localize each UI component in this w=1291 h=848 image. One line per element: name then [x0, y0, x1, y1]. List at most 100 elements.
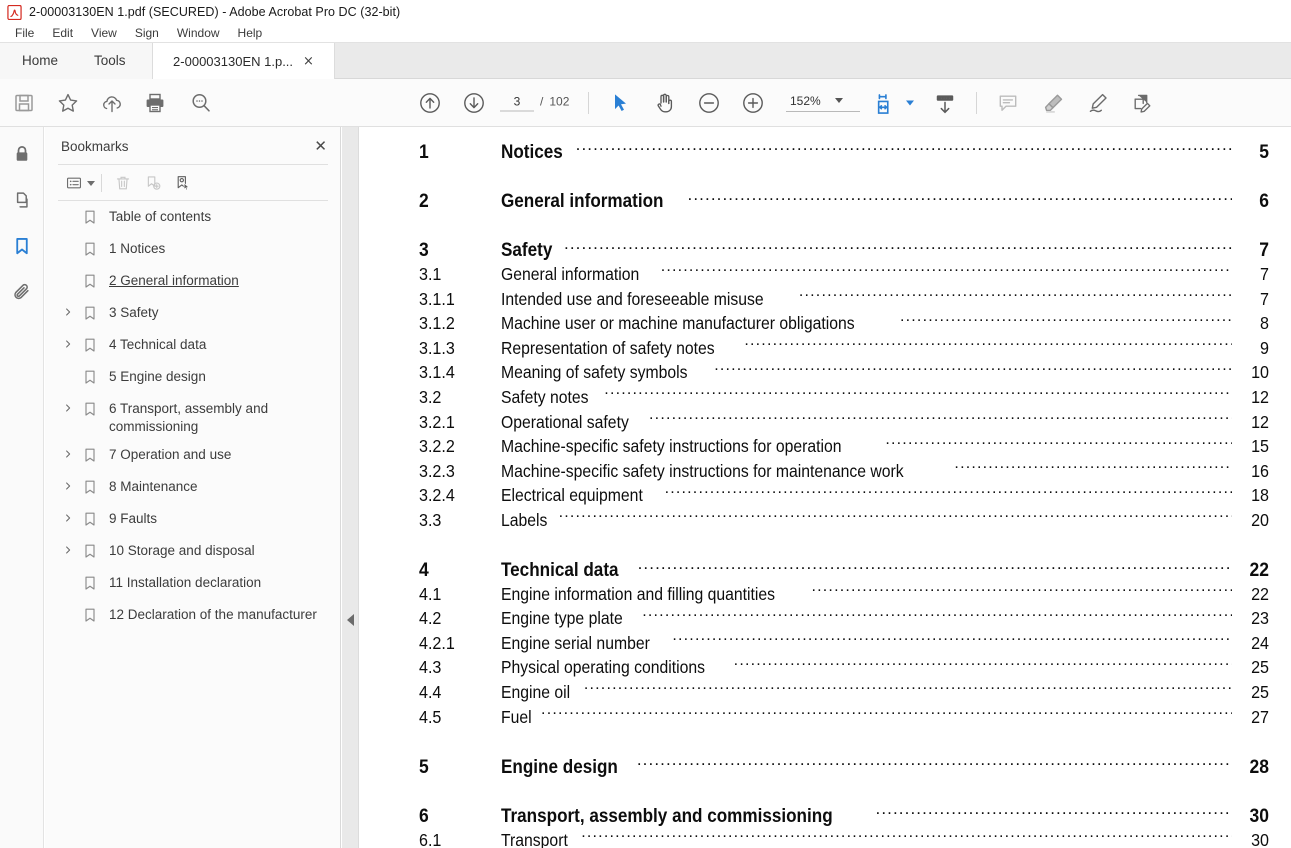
bookmark-item[interactable]: 5 Engine design [45, 363, 341, 395]
toc-entry-page: 25 [1251, 682, 1269, 703]
toc-entry-number: 3.2.1 [419, 411, 455, 432]
chevron-right-icon[interactable] [57, 510, 79, 523]
toc-entry[interactable]: 4.4 Engine oil 25 [419, 680, 1269, 705]
bookmark-item[interactable]: 7 Operation and use [45, 441, 341, 473]
toc-entry[interactable]: 1 Notices 5 [419, 139, 1269, 164]
toc-entry[interactable]: 4.5 Fuel 27 [419, 705, 1269, 730]
chevron-right-icon[interactable] [57, 400, 79, 413]
toc-entry[interactable]: 3.1.1 Intended use and foreseeable misuse… [419, 287, 1269, 312]
chevron-right-icon[interactable] [57, 542, 79, 555]
chevron-down-icon[interactable] [906, 100, 914, 105]
toc-entry[interactable]: 3.1.2 Machine user or machine manufacture… [419, 311, 1269, 336]
bookmark-item[interactable]: 2 General information [45, 267, 341, 299]
page-thumbnails-icon[interactable] [0, 177, 44, 223]
panel-splitter[interactable] [342, 127, 359, 848]
toc-entry[interactable]: 4.2 Engine type plate 23 [419, 606, 1269, 631]
toc-entry-title: Fuel [501, 706, 532, 727]
highlight-marker-icon[interactable] [1042, 91, 1066, 115]
toc-entry[interactable]: 4.3 Physical operating conditions 25 [419, 655, 1269, 680]
bookmark-item[interactable]: 6 Transport, assembly and commissioning [45, 395, 341, 441]
chevron-right-icon[interactable] [57, 336, 79, 349]
attachments-icon[interactable] [0, 269, 44, 315]
bookmark-item[interactable]: Table of contents [45, 203, 341, 235]
search-icon[interactable] [189, 91, 213, 115]
toc-entry[interactable]: 6.1 Transport 30 [419, 828, 1269, 848]
bookmark-item[interactable]: 11 Installation declaration [45, 569, 341, 601]
bookmark-label: 9 Faults [109, 511, 158, 526]
bookmark-icon [79, 446, 101, 463]
toc-entry[interactable]: 3.2 Safety notes 12 [419, 385, 1269, 410]
menu-help[interactable]: Help [229, 24, 272, 43]
tab-home[interactable]: Home [6, 43, 74, 79]
bookmark-icon [79, 272, 101, 289]
bookmark-item[interactable]: 1 Notices [45, 235, 341, 267]
print-icon[interactable] [143, 91, 167, 115]
bookmark-item[interactable]: 8 Maintenance [45, 473, 341, 505]
toc-entry[interactable]: 3.2.1 Operational safety 12 [419, 410, 1269, 435]
hand-icon[interactable] [653, 91, 677, 115]
zoom-in-button[interactable] [741, 91, 765, 115]
chevron-right-icon[interactable] [57, 446, 79, 459]
toc-entry[interactable]: 6 Transport, assembly and commissioning 30 [419, 803, 1269, 828]
trash-icon[interactable] [108, 170, 138, 196]
toc-entry[interactable]: 3.2.3 Machine-specific safety instruction… [419, 459, 1269, 484]
page-number-input[interactable]: 3 [500, 94, 534, 111]
toc-entry-page: 30 [1249, 806, 1269, 828]
toc-entry[interactable]: 4.1 Engine information and filling quanti… [419, 582, 1269, 607]
menu-sign[interactable]: Sign [126, 24, 168, 43]
select-bookmark-icon[interactable] [168, 170, 198, 196]
bookmarks-tree[interactable]: Table of contents 1 Notices 2 General info… [45, 203, 341, 848]
security-lock-icon[interactable] [0, 131, 44, 177]
chevron-right-icon[interactable] [57, 304, 79, 317]
toc-entry[interactable]: 4.2.1 Engine serial number 24 [419, 631, 1269, 656]
comment-icon[interactable] [996, 91, 1020, 115]
menu-view[interactable]: View [82, 24, 126, 43]
close-icon[interactable]: × [303, 55, 314, 68]
cursor-arrow-icon[interactable] [608, 91, 632, 115]
close-icon[interactable]: ✕ [314, 138, 327, 154]
menu-window[interactable]: Window [168, 24, 229, 43]
toc-entry[interactable]: 4 Technical data 22 [419, 557, 1269, 582]
toc-entry[interactable]: 3.3 Labels 20 [419, 508, 1269, 533]
fill-and-sign-icon[interactable] [1130, 91, 1154, 115]
chevron-right-icon[interactable] [57, 478, 79, 491]
bookmark-item[interactable]: 10 Storage and disposal [45, 537, 341, 569]
bookmarks-panel-header: Bookmarks ✕ [45, 127, 341, 165]
zoom-out-button[interactable] [697, 91, 721, 115]
new-bookmark-icon[interactable] [138, 170, 168, 196]
bookmark-item[interactable]: 12 Declaration of the manufacturer [45, 601, 341, 633]
fit-page-icon[interactable] [874, 91, 900, 115]
toc-entry[interactable]: 3.1.3 Representation of safety notes 9 [419, 336, 1269, 361]
menu-file[interactable]: File [6, 24, 43, 43]
toc-entry[interactable]: 3.2.2 Machine-specific safety instruction… [419, 434, 1269, 459]
bookmark-item[interactable]: 4 Technical data [45, 331, 341, 363]
collapse-panel-triangle-icon[interactable] [347, 614, 354, 626]
cloud-upload-icon[interactable] [100, 91, 124, 115]
toc-entry-page: 12 [1251, 411, 1269, 432]
bookmark-item[interactable]: 3 Safety [45, 299, 341, 331]
zoom-level-control[interactable]: 152% [786, 94, 860, 112]
chevron-down-icon[interactable] [834, 98, 843, 103]
tab-document[interactable]: 2-00003130EN 1.p... × [152, 43, 335, 79]
save-icon[interactable] [12, 91, 36, 115]
toc-entry-title: Meaning of safety symbols [501, 362, 688, 383]
scroll-mode-icon[interactable] [932, 91, 958, 115]
bookmarks-icon[interactable] [0, 223, 44, 269]
toc-entry[interactable]: 3 Safety 7 [419, 237, 1269, 262]
document-viewport[interactable]: 1Notices52General information63Safety73.… [359, 127, 1291, 848]
tab-tools[interactable]: Tools [78, 43, 142, 79]
toc-entry[interactable]: 5 Engine design 28 [419, 754, 1269, 779]
menu-edit[interactable]: Edit [43, 24, 82, 43]
bookmark-item[interactable]: 9 Faults [45, 505, 341, 537]
chevron-down-icon[interactable] [87, 180, 95, 186]
toc-entry[interactable]: 3.2.4 Electrical equipment 18 [419, 483, 1269, 508]
next-page-button[interactable] [462, 91, 486, 115]
toc-entry[interactable]: 3.1.4 Meaning of safety symbols 10 [419, 360, 1269, 385]
toc-entry[interactable]: 2 General information 6 [419, 188, 1269, 213]
toc-entry[interactable]: 3.1 General information 7 [419, 262, 1269, 287]
star-icon[interactable] [56, 91, 80, 115]
bookmark-label: 8 Maintenance [109, 479, 198, 494]
previous-page-button[interactable] [418, 91, 442, 115]
sign-pen-icon[interactable] [1086, 91, 1110, 115]
bookmark-options-icon[interactable] [59, 170, 89, 196]
